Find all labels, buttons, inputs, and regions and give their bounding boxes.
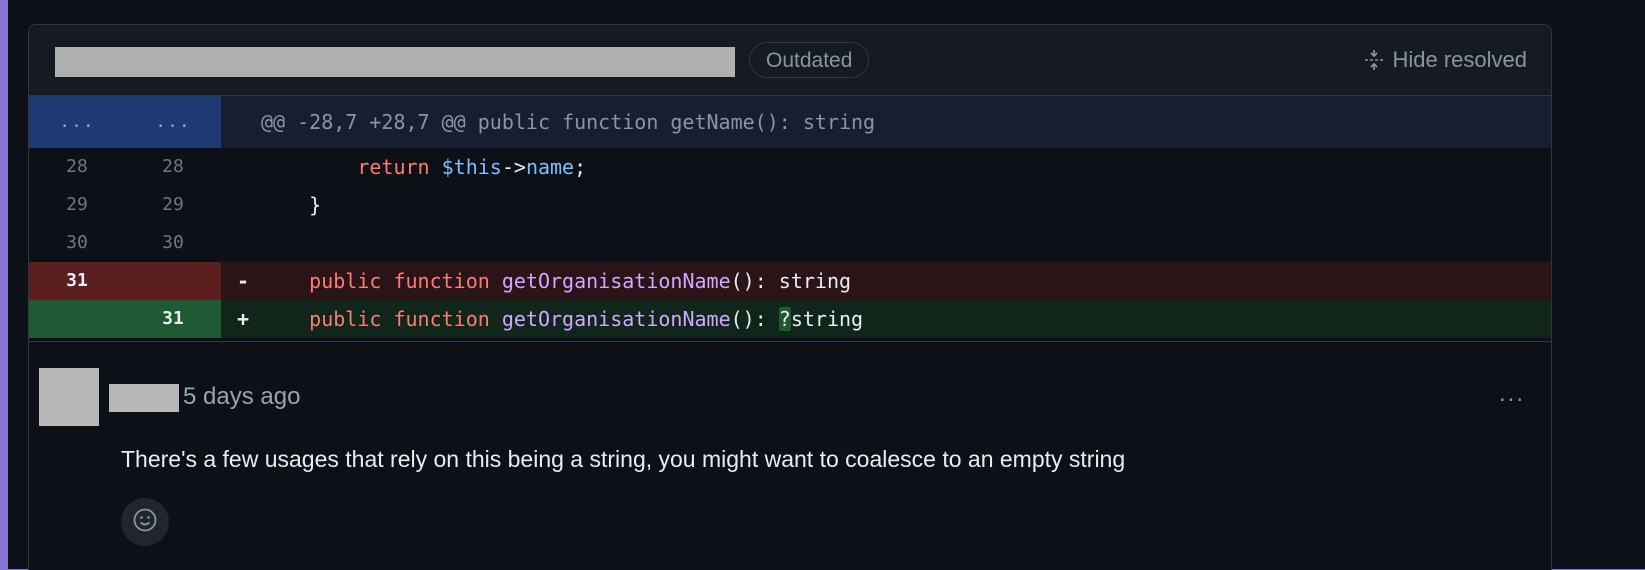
author-name-redacted[interactable] xyxy=(109,384,179,412)
thread-header: Outdated Hide resolved xyxy=(29,25,1551,96)
diff-row: 30 30 xyxy=(29,224,1551,262)
diff-row: 29 29 } xyxy=(29,186,1551,224)
comment-timestamp[interactable]: 5 days ago xyxy=(183,380,300,414)
code-line: public function getOrganisationName(): s… xyxy=(309,269,852,293)
comment-body: There's a few usages that rely on this b… xyxy=(121,446,1126,472)
deletion-sign: - xyxy=(237,269,250,293)
review-thread-card: Outdated Hide resolved ... ... @@ -28,7 … xyxy=(28,24,1552,570)
code-text: return $this->name; xyxy=(357,155,587,179)
hunk-header-text: @@ -28,7 +28,7 @@ public function getNam… xyxy=(261,110,876,134)
outdated-badge: Outdated xyxy=(749,42,870,78)
line-number-right[interactable]: 30 xyxy=(125,224,221,262)
avatar[interactable] xyxy=(39,368,99,426)
code-line: public function getOrganisationName(): ?… xyxy=(309,307,864,331)
addition-sign: + xyxy=(237,307,250,331)
hunk-header-row: ... ... @@ -28,7 +28,7 @@ public functio… xyxy=(29,96,1551,148)
diff-row: 28 28 return $this->name; xyxy=(29,148,1551,186)
review-panel: Outdated Hide resolved ... ... @@ -28,7 … xyxy=(8,0,1645,570)
deleted-row: 31 - public function getOrganisationName… xyxy=(29,262,1551,300)
line-number-left[interactable]: 30 xyxy=(29,224,125,262)
code-line: } xyxy=(261,193,322,217)
more-options-button[interactable]: ... xyxy=(1499,380,1525,408)
line-number-right[interactable]: 29 xyxy=(125,186,221,224)
diff-view: ... ... @@ -28,7 +28,7 @@ public functio… xyxy=(29,96,1551,338)
line-number-left[interactable]: 28 xyxy=(29,148,125,186)
line-number-right[interactable]: 28 xyxy=(125,148,221,186)
added-row: 31 + public function getOrganisationName… xyxy=(29,300,1551,338)
add-reaction-button[interactable] xyxy=(121,498,169,546)
hide-resolved-button[interactable]: Hide resolved xyxy=(1364,43,1527,77)
hunk-left-num[interactable]: ... xyxy=(29,96,125,148)
hide-resolved-label: Hide resolved xyxy=(1392,47,1527,72)
line-number-left[interactable]: 31 xyxy=(29,262,125,300)
unfold-icon xyxy=(1364,49,1384,71)
line-number-right[interactable]: 31 xyxy=(125,300,221,338)
code-line: return $this->name; xyxy=(261,148,586,186)
hunk-right-num[interactable]: ... xyxy=(125,96,221,148)
smiley-icon xyxy=(132,507,158,538)
line-number-left[interactable]: 29 xyxy=(29,186,125,224)
file-path-redacted[interactable] xyxy=(55,47,735,77)
review-comment: 5 days ago ... There's a few usages that… xyxy=(29,341,1551,570)
